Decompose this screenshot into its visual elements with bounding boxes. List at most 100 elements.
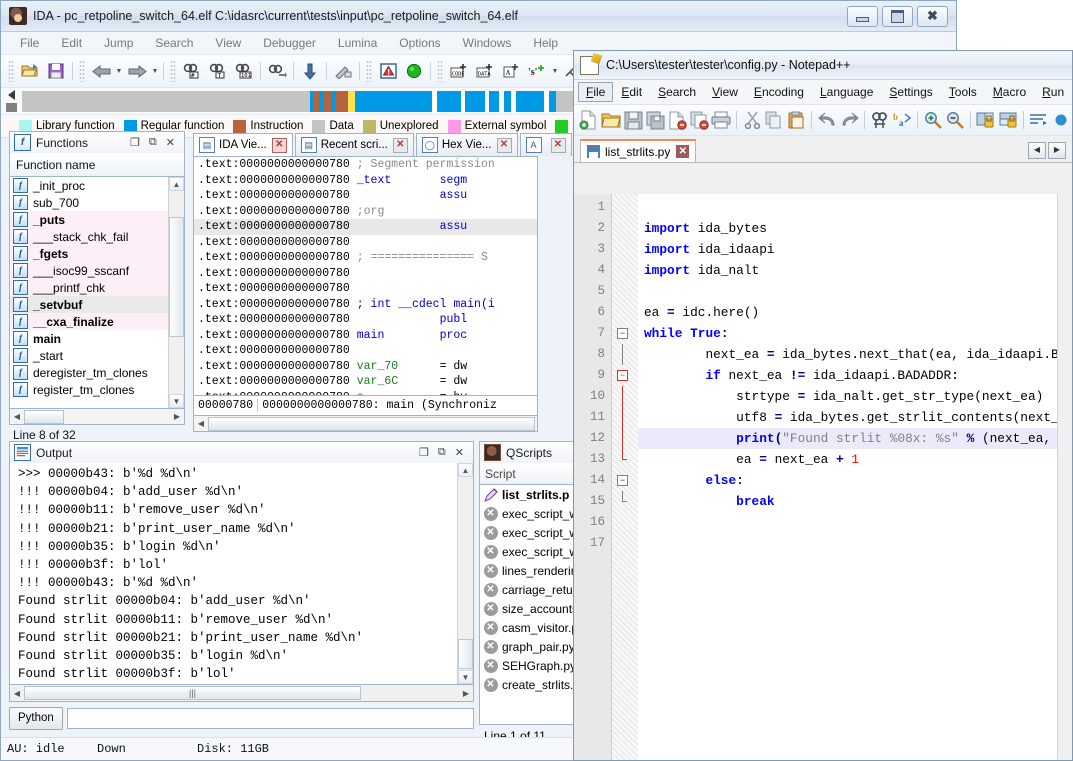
- qscript-list-item[interactable]: ✕ lines_renderin: [480, 561, 578, 580]
- function-list-item[interactable]: f main: [10, 330, 168, 347]
- fold-row[interactable]: [612, 197, 638, 218]
- fold-margin[interactable]: − − −: [612, 194, 638, 760]
- copy-icon[interactable]: [763, 107, 785, 133]
- search-next-icon[interactable]: [265, 59, 289, 83]
- toolbar-grip-3[interactable]: [170, 60, 176, 82]
- code-line[interactable]: while True:: [638, 323, 1072, 344]
- ida-view-tab[interactable]: ▤ Recent scri... ✕: [294, 133, 414, 156]
- output-panel-maximize-button[interactable]: ❐: [419, 446, 429, 459]
- code-line[interactable]: else:: [638, 470, 1072, 491]
- search-hash-icon[interactable]: #: [180, 59, 204, 83]
- ida-minimize-button[interactable]: [847, 5, 878, 27]
- new-file-icon[interactable]: [578, 107, 600, 133]
- disassembly-line[interactable]: .text:0000000000000780 var_70 = dw: [194, 359, 537, 375]
- function-list-item[interactable]: f _init_proc: [10, 177, 168, 194]
- sync-v-scroll-icon[interactable]: [975, 107, 997, 133]
- jump-down-icon[interactable]: [298, 59, 322, 83]
- fold-collapse-icon[interactable]: −: [617, 475, 628, 486]
- warning-icon[interactable]: [376, 59, 400, 83]
- zoom-out-icon[interactable]: [944, 107, 966, 133]
- open-file-icon[interactable]: [600, 107, 622, 133]
- disassembly-line[interactable]: .text:0000000000000780: [194, 343, 537, 359]
- code-line[interactable]: next_ea = ida_bytes.next_that(ea, ida_id…: [638, 344, 1072, 365]
- forward-arrow-icon[interactable]: [125, 59, 149, 83]
- fold-row[interactable]: [612, 386, 638, 407]
- hscroll-thumb[interactable]: [24, 409, 64, 424]
- code-area[interactable]: import ida_bytes import ida_idaapi import …: [638, 194, 1072, 760]
- functions-vertical-scrollbar[interactable]: ▲ ▼: [168, 177, 184, 408]
- previous-tab-icon[interactable]: ◀: [1028, 142, 1046, 159]
- cut-icon[interactable]: [741, 107, 763, 133]
- ida-menu-file[interactable]: File: [9, 34, 50, 52]
- output-text[interactable]: >>> 00000b43: b'%d %d\n' !!! 00000b04: b'…: [10, 463, 457, 684]
- qscript-list-item[interactable]: ✕ exec_script_w: [480, 542, 578, 561]
- code-line[interactable]: print("Found strlit %08x: %s" % (next_ea…: [638, 428, 1072, 449]
- function-list-item[interactable]: f __cxa_finalize: [10, 313, 168, 330]
- fold-row[interactable]: [612, 449, 638, 470]
- ida-menu-jump[interactable]: Jump: [93, 34, 144, 52]
- function-list-item[interactable]: f deregister_tm_clones: [10, 364, 168, 381]
- output-horizontal-scrollbar[interactable]: ◀ ||| ▶: [9, 685, 474, 702]
- python-command-input[interactable]: [66, 707, 474, 729]
- npp-vertical-scrollbar[interactable]: [1057, 194, 1072, 760]
- scroll-up-icon[interactable]: ▲: [169, 177, 184, 191]
- functions-panel-close-button[interactable]: ✕: [166, 136, 175, 149]
- qscript-list-item[interactable]: ✕ size_accounts: [480, 599, 578, 618]
- functions-list[interactable]: f _init_proc f sub_700 f _puts f ___stack_chk_f…: [10, 177, 168, 408]
- ida-menu-search[interactable]: Search: [144, 34, 204, 52]
- function-list-item[interactable]: f _fgets: [10, 245, 168, 262]
- make-code-icon[interactable]: CODE: [447, 59, 471, 83]
- print-icon[interactable]: [710, 107, 732, 133]
- qscripts-column-header[interactable]: Script: [479, 463, 579, 485]
- code-line[interactable]: utf8 = ida_bytes.get_strlit_contents(nex…: [638, 407, 1072, 428]
- scroll-thumb[interactable]: [169, 217, 184, 337]
- fold-row[interactable]: [612, 239, 638, 260]
- close-tab-icon[interactable]: ✕: [496, 137, 512, 153]
- npp-menu-search[interactable]: Search: [650, 82, 704, 102]
- output-panel-close-button[interactable]: ✕: [455, 446, 464, 459]
- function-list-item[interactable]: f ___stack_chk_fail: [10, 228, 168, 245]
- code-line[interactable]: [638, 197, 1072, 218]
- npp-menu-macro[interactable]: Macro: [985, 82, 1034, 102]
- fold-row[interactable]: −: [612, 470, 638, 491]
- ida-view-tab[interactable]: A ✕: [519, 133, 572, 156]
- toolbar-grip-4[interactable]: [366, 60, 372, 82]
- npp-menu-encoding[interactable]: Encoding: [746, 82, 812, 102]
- show-all-chars-icon[interactable]: [1050, 107, 1072, 133]
- functions-panel-float-button[interactable]: ⧉: [149, 136, 157, 149]
- code-line[interactable]: break: [638, 491, 1072, 512]
- close-tab-icon[interactable]: ✕: [271, 137, 287, 153]
- back-arrow-icon[interactable]: [89, 59, 113, 83]
- npp-tab-list-strlits[interactable]: list_strlits.py ✕: [580, 139, 697, 162]
- fold-row[interactable]: [612, 533, 638, 554]
- make-array-icon[interactable]: A: [499, 59, 523, 83]
- fold-row[interactable]: [612, 281, 638, 302]
- search-text-icon[interactable]: T: [206, 59, 230, 83]
- function-list-item[interactable]: f register_tm_clones: [10, 381, 168, 398]
- scroll-left-icon[interactable]: ◀: [10, 689, 24, 698]
- qscript-list-item[interactable]: ✕ exec_script_w: [480, 523, 578, 542]
- function-list-item[interactable]: f ___isoc99_sscanf: [10, 262, 168, 279]
- close-file-icon[interactable]: [666, 107, 688, 133]
- function-list-item[interactable]: f _start: [10, 347, 168, 364]
- disassembly-horizontal-scrollbar[interactable]: ◀: [193, 416, 538, 432]
- close-tab-icon[interactable]: ✕: [550, 137, 566, 153]
- make-string-icon[interactable]: 's': [525, 59, 549, 83]
- disassembly-line[interactable]: .text:0000000000000780: [194, 235, 537, 251]
- forward-dropdown-icon[interactable]: ▼: [150, 68, 160, 75]
- qscripts-panel-title-bar[interactable]: QScripts: [479, 441, 579, 463]
- close-tab-icon[interactable]: ✕: [676, 145, 690, 158]
- function-list-item[interactable]: f _setvbuf: [10, 296, 168, 313]
- scroll-down-icon[interactable]: ▼: [458, 670, 473, 684]
- ida-close-button[interactable]: ✖: [917, 5, 948, 27]
- ida-menu-help[interactable]: Help: [522, 34, 569, 52]
- code-line[interactable]: [638, 512, 1072, 533]
- functions-horizontal-scrollbar[interactable]: ◀ ▶: [9, 409, 185, 425]
- function-list-item[interactable]: f ___printf_chk: [10, 279, 168, 296]
- scroll-right-icon[interactable]: ▶: [170, 412, 184, 421]
- hscroll-thumb[interactable]: [208, 416, 535, 431]
- disassembly-line[interactable]: .text:0000000000000780 publ: [194, 312, 537, 328]
- zoom-in-icon[interactable]: [922, 107, 944, 133]
- sync-h-scroll-icon[interactable]: [997, 107, 1019, 133]
- disassembly-line[interactable]: .text:0000000000000780 main proc: [194, 328, 537, 344]
